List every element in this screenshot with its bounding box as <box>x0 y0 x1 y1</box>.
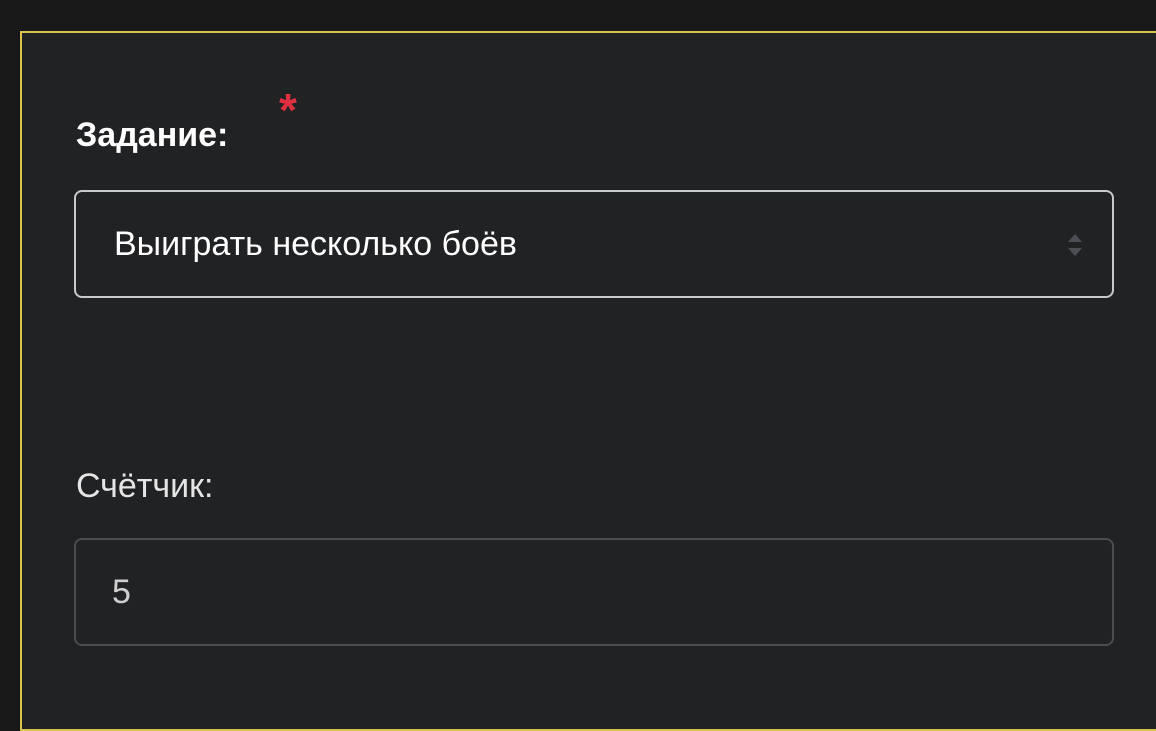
counter-input-value: 5 <box>112 573 131 611</box>
counter-input[interactable]: 5 <box>74 538 1114 646</box>
sort-arrows-icon <box>1068 234 1082 256</box>
required-marker: * <box>279 84 297 136</box>
counter-label: Счётчик: <box>76 467 214 505</box>
task-select-value: Выиграть несколько боёв <box>114 225 517 263</box>
task-select[interactable]: Выиграть несколько боёв <box>74 190 1114 298</box>
task-form-panel: Задание: * Выиграть несколько боёв Счётч… <box>20 31 1156 731</box>
task-label-row: Задание: * <box>76 87 297 155</box>
task-label: Задание: <box>76 116 229 154</box>
